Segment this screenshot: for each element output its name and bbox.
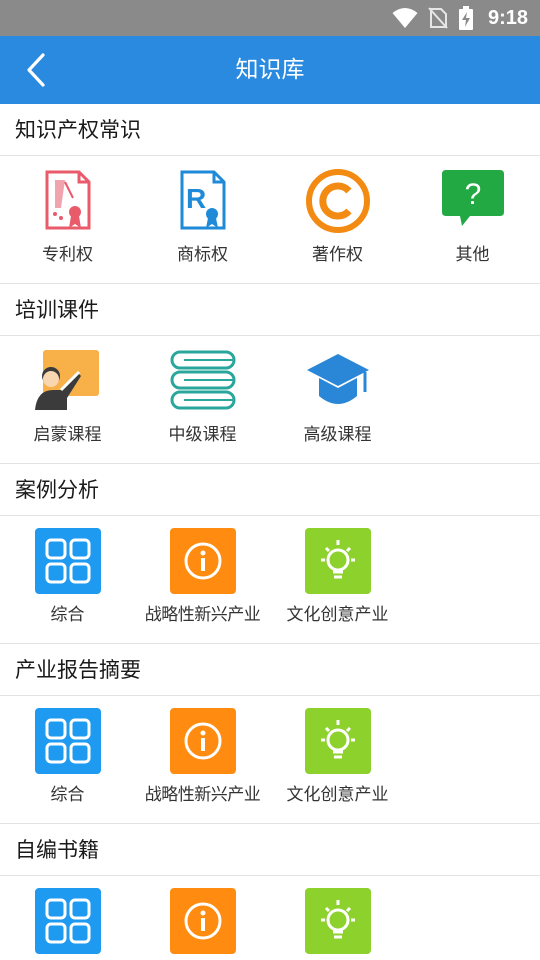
- tile-label: 综合: [50, 785, 85, 805]
- status-bar: 9:18: [0, 0, 540, 36]
- tile-label: 其他: [455, 245, 490, 265]
- battery-charging-icon: [458, 6, 473, 30]
- tile-label: 中级课程: [168, 425, 237, 445]
- section-grid-ip-basics: 专利权 R 商标权 著作权 ? 其他: [0, 156, 540, 284]
- grid-four-icon: [35, 708, 101, 774]
- svg-text:R: R: [186, 183, 206, 214]
- tile-label: 战略性新兴产业: [144, 605, 261, 625]
- no-sim-icon: [428, 7, 448, 29]
- section-grid-case-analysis: 综合 战略性新兴产业 文化创意产业: [0, 516, 540, 644]
- tile-label: 高级课程: [303, 425, 372, 445]
- tile-label: 专利权: [42, 245, 93, 265]
- knowledge-base-content: 知识产权常识 专利权 R 商标权 著作权 ? 其他 培训课件 启蒙课程 中级课程…: [0, 104, 540, 960]
- tile-report-strategic-emerging[interactable]: 战略性新兴产业: [135, 696, 270, 824]
- tile-trademark[interactable]: R 商标权: [135, 156, 270, 284]
- info-circle-icon: [170, 528, 236, 594]
- tile-beginner-course[interactable]: 启蒙课程: [0, 336, 135, 464]
- tile-label: 文化创意产业: [286, 785, 389, 805]
- trademark-r-icon: R: [180, 170, 226, 230]
- section-title-case-analysis: 案例分析: [0, 464, 540, 516]
- tile-case-cultural-creative[interactable]: 文化创意产业: [270, 516, 405, 644]
- patent-certificate-icon: [45, 170, 91, 230]
- tile-copyright[interactable]: 著作权: [270, 156, 405, 284]
- status-time: 9:18: [487, 6, 528, 29]
- info-circle-icon: [170, 708, 236, 774]
- tile-case-strategic-emerging[interactable]: 战略性新兴产业: [135, 516, 270, 644]
- tile-label: 战略性新兴产业: [144, 785, 261, 805]
- section-title-ip-basics: 知识产权常识: [0, 104, 540, 156]
- tile-books-strategic-emerging[interactable]: [135, 876, 270, 960]
- info-circle-icon: [170, 888, 236, 954]
- question-chat-icon: ?: [442, 170, 504, 226]
- tile-label: 文化创意产业: [286, 605, 389, 625]
- tile-advanced-course[interactable]: 高级课程: [270, 336, 405, 464]
- status-icons: 9:18: [392, 0, 528, 36]
- tile-label: 著作权: [312, 245, 363, 265]
- graduation-cap-icon: [307, 354, 369, 404]
- copyright-icon: [306, 169, 370, 233]
- tile-label: 商标权: [177, 245, 228, 265]
- page-title: 知识库: [235, 57, 305, 83]
- lightbulb-icon: [305, 528, 371, 594]
- section-grid-industry-reports: 综合 战略性新兴产业 文化创意产业: [0, 696, 540, 824]
- tile-books-cultural-creative[interactable]: [270, 876, 405, 960]
- app-bar: 知识库: [0, 36, 540, 104]
- section-title-training: 培训课件: [0, 284, 540, 336]
- section-grid-training: 启蒙课程 中级课程 高级课程: [0, 336, 540, 464]
- tile-books-general[interactable]: [0, 876, 135, 960]
- tile-report-cultural-creative[interactable]: 文化创意产业: [270, 696, 405, 824]
- grid-four-icon: [35, 888, 101, 954]
- section-title-self-compiled-books: 自编书籍: [0, 824, 540, 876]
- lightbulb-icon: [305, 708, 371, 774]
- tile-other[interactable]: ? 其他: [405, 156, 540, 284]
- tile-intermediate-course[interactable]: 中级课程: [135, 336, 270, 464]
- section-grid-self-compiled-books: [0, 876, 540, 960]
- section-title-industry-reports: 产业报告摘要: [0, 644, 540, 696]
- tile-patent[interactable]: 专利权: [0, 156, 135, 284]
- tile-label: 启蒙课程: [33, 425, 102, 445]
- books-stack-icon: [170, 350, 236, 410]
- teacher-board-icon: [35, 350, 99, 410]
- grid-four-icon: [35, 528, 101, 594]
- tile-case-general[interactable]: 综合: [0, 516, 135, 644]
- tile-label: 综合: [50, 605, 85, 625]
- lightbulb-icon: [305, 888, 371, 954]
- wifi-icon: [392, 8, 418, 28]
- tile-report-general[interactable]: 综合: [0, 696, 135, 824]
- svg-text:?: ?: [465, 178, 482, 211]
